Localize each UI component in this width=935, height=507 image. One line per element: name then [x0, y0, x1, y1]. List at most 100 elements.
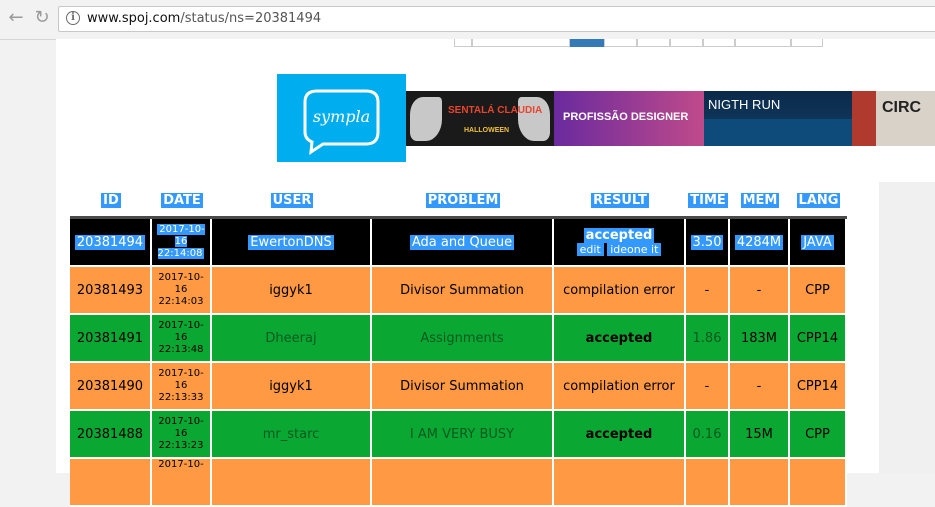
- cell-result: compilation error: [554, 363, 686, 411]
- pagination-item[interactable]: [735, 39, 791, 47]
- pagination-item[interactable]: [703, 39, 735, 47]
- cell-id[interactable]: 20381488: [70, 411, 152, 459]
- ad-subtitle: HALLOWEEN: [464, 127, 510, 134]
- side-panel: [879, 182, 935, 473]
- cell-user[interactable]: iggyk1: [212, 363, 372, 411]
- header-id[interactable]: ID: [70, 185, 152, 219]
- cell-problem[interactable]: Assignments: [372, 315, 554, 363]
- cell-problem[interactable]: Divisor Summation: [372, 363, 554, 411]
- circus-image: [852, 91, 876, 146]
- cell-mem: -: [730, 267, 790, 315]
- cell-problem[interactable]: Ada and Queue: [372, 219, 554, 267]
- cell-user[interactable]: Dheeraj: [212, 315, 372, 363]
- header-result[interactable]: RESULT: [554, 185, 686, 219]
- page-content: sympla SENTALÁ CLAUDIA HALLOWEEN PROFISS…: [56, 39, 935, 507]
- browser-toolbar: ← ↻ i www.spoj.com/status/ns=20381494: [0, 0, 935, 40]
- pagination-item[interactable]: [670, 39, 703, 47]
- back-icon[interactable]: ←: [6, 8, 26, 28]
- status-table: ID DATE USER PROBLEM RESULT TIME MEM LAN…: [70, 185, 847, 507]
- ad-tile-nigthrun[interactable]: NIGTH RUN: [704, 91, 852, 146]
- url-host: www.spoj.com: [87, 11, 181, 26]
- cell-lang: CPP: [790, 411, 847, 459]
- cell-result: accepted: [554, 315, 686, 363]
- cell-lang: CPP: [790, 267, 847, 315]
- ad-banner[interactable]: SENTALÁ CLAUDIA HALLOWEEN PROFISSÃO DESI…: [406, 91, 935, 146]
- cell-date: 2017-10- 16 22:14:08: [152, 219, 212, 267]
- cell-lang: CPP14: [790, 315, 847, 363]
- cell-time: -: [686, 363, 730, 411]
- info-icon[interactable]: i: [66, 11, 80, 25]
- cell-id[interactable]: 20381493: [70, 267, 152, 315]
- reload-icon[interactable]: ↻: [32, 8, 52, 28]
- cell-lang: [790, 459, 847, 507]
- ideone-link[interactable]: ideone it: [607, 242, 662, 256]
- cell-user[interactable]: [212, 459, 372, 507]
- cell-problem[interactable]: [372, 459, 554, 507]
- cell-mem: 4284M: [730, 219, 790, 267]
- cell-problem[interactable]: I AM VERY BUSY: [372, 411, 554, 459]
- header-date[interactable]: DATE: [152, 185, 212, 219]
- cell-user[interactable]: mr_starc: [212, 411, 372, 459]
- url-path: /status/ns=20381494: [180, 11, 322, 26]
- cell-time: 1.86: [686, 315, 730, 363]
- header-mem[interactable]: MEM: [730, 185, 790, 219]
- cell-lang: JAVA: [790, 219, 847, 267]
- logo-text: sympla: [312, 107, 371, 126]
- table-row[interactable]: 20381493 2017-10- 16 22:14:03 iggyk1 Div…: [70, 267, 847, 315]
- cell-result: accepted edit ideone it: [554, 219, 686, 267]
- cell-user[interactable]: iggyk1: [212, 267, 372, 315]
- cell-mem: 183M: [730, 315, 790, 363]
- ad-title: PROFISSÃO DESIGNER: [563, 111, 689, 123]
- result-text: accepted: [583, 227, 655, 243]
- header-lang[interactable]: LANG: [790, 185, 847, 219]
- edit-link[interactable]: edit: [576, 242, 604, 256]
- pagination-item[interactable]: [472, 39, 570, 47]
- cell-mem: -: [730, 363, 790, 411]
- cell-date: 2017-10- 16 22:13:23: [152, 411, 212, 459]
- ad-tile-sentala[interactable]: SENTALÁ CLAUDIA HALLOWEEN: [406, 91, 554, 146]
- cell-date: 2017-10- 16 22:13:33: [152, 363, 212, 411]
- ad-title: SENTALÁ CLAUDIA: [448, 105, 543, 116]
- table-header: ID DATE USER PROBLEM RESULT TIME MEM LAN…: [70, 185, 847, 219]
- cell-result: [554, 459, 686, 507]
- cell-time: 3.50: [686, 219, 730, 267]
- address-bar[interactable]: i www.spoj.com/status/ns=20381494: [58, 6, 935, 32]
- pagination-item[interactable]: [604, 39, 637, 47]
- url-text[interactable]: www.spoj.com/status/ns=20381494: [87, 11, 321, 26]
- cell-id[interactable]: [70, 459, 152, 507]
- cell-mem: 15M: [730, 411, 790, 459]
- cell-id[interactable]: 20381494: [70, 219, 152, 267]
- ad-tile-designer[interactable]: PROFISSÃO DESIGNER: [554, 91, 704, 146]
- cell-mem: [730, 459, 790, 507]
- header-problem[interactable]: PROBLEM: [372, 185, 554, 219]
- pagination-item[interactable]: [454, 39, 472, 47]
- cell-time: [686, 459, 730, 507]
- table-row[interactable]: 20381491 2017-10- 16 22:13:48 Dheeraj As…: [70, 315, 847, 363]
- cell-problem[interactable]: Divisor Summation: [372, 267, 554, 315]
- hand-image: [410, 97, 442, 141]
- ad-title: NIGTH RUN: [708, 97, 781, 112]
- runners-image: [704, 119, 852, 146]
- cell-user[interactable]: EwertonDNS: [212, 219, 372, 267]
- cell-id[interactable]: 20381490: [70, 363, 152, 411]
- cell-time: -: [686, 267, 730, 315]
- pagination-item-active[interactable]: [570, 39, 604, 47]
- cell-date: 2017-10- 16 22:13:48: [152, 315, 212, 363]
- ad-tile-circo[interactable]: CIRC: [852, 91, 935, 146]
- pagination-item[interactable]: [791, 39, 823, 47]
- cell-id[interactable]: 20381491: [70, 315, 152, 363]
- header-time[interactable]: TIME: [686, 185, 730, 219]
- table-row[interactable]: 20381490 2017-10- 16 22:13:33 iggyk1 Div…: [70, 363, 847, 411]
- cell-time: 0.16: [686, 411, 730, 459]
- cell-result: compilation error: [554, 267, 686, 315]
- cell-date: 2017-10-: [152, 459, 212, 507]
- sympla-logo[interactable]: sympla: [277, 74, 406, 162]
- table-row-selected[interactable]: 20381494 2017-10- 16 22:14:08 EwertonDNS…: [70, 219, 847, 267]
- table-row[interactable]: 20381488 2017-10- 16 22:13:23 mr_starc I…: [70, 411, 847, 459]
- pagination-item[interactable]: [637, 39, 670, 47]
- cell-result: accepted: [554, 411, 686, 459]
- hand-image: [518, 97, 550, 141]
- cell-date: 2017-10- 16 22:14:03: [152, 267, 212, 315]
- table-row-partial[interactable]: 2017-10-: [70, 459, 847, 507]
- header-user[interactable]: USER: [212, 185, 372, 219]
